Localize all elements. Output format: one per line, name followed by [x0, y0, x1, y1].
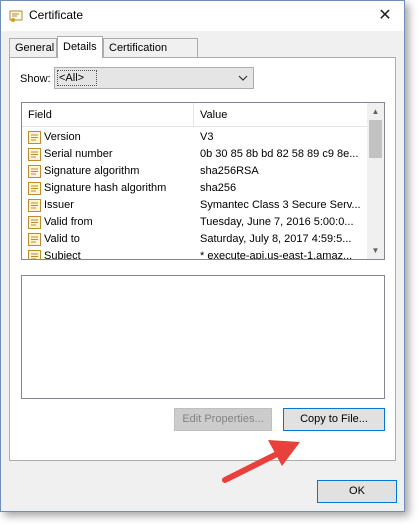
list-item[interactable]: Version V3: [22, 129, 368, 146]
certificate-field-icon: [28, 250, 41, 259]
field-name: Version: [44, 131, 81, 143]
chevron-down-icon: [238, 75, 248, 81]
show-label: Show:: [20, 73, 51, 85]
title-bar: Certificate ✕: [1, 1, 404, 31]
certificate-dialog: Certificate ✕ General Details Certificat…: [0, 0, 405, 512]
ok-button[interactable]: OK: [317, 480, 397, 503]
certificate-icon: [9, 10, 23, 22]
show-dropdown-value: <All>: [57, 70, 97, 86]
scrollbar-thumb[interactable]: [369, 120, 382, 158]
field-name: Signature hash algorithm: [44, 182, 167, 194]
close-button[interactable]: ✕: [374, 5, 396, 27]
certificate-field-icon: [28, 131, 41, 144]
field-value: 0b 30 85 8b bd 82 58 89 c9 8e...: [200, 148, 359, 160]
list-item[interactable]: Signature hash algorithm sha256: [22, 180, 368, 197]
column-divider[interactable]: [193, 103, 194, 127]
scroll-down-icon[interactable]: ▼: [367, 242, 384, 259]
value-detail-box[interactable]: [21, 275, 385, 399]
field-value: Symantec Class 3 Secure Serv...: [200, 199, 361, 211]
field-list[interactable]: Field Value Version V3 Serial number 0b …: [21, 102, 385, 260]
field-value: * execute-api.us-east-1.amaz...: [200, 250, 353, 260]
show-dropdown[interactable]: <All>: [54, 67, 254, 89]
field-value: Tuesday, June 7, 2016 5:00:0...: [200, 216, 354, 228]
certificate-field-icon: [28, 148, 41, 161]
certificate-field-icon: [28, 216, 41, 229]
field-value: sha256RSA: [200, 165, 259, 177]
field-value: V3: [200, 131, 214, 143]
tab-certification-path[interactable]: Certification Path: [103, 38, 198, 73]
list-item[interactable]: Subject * execute-api.us-east-1.amaz...: [22, 248, 368, 260]
certificate-field-icon: [28, 233, 41, 246]
scroll-up-icon[interactable]: ▲: [367, 103, 384, 120]
list-item[interactable]: Valid to Saturday, July 8, 2017 4:59:5..…: [22, 231, 368, 248]
list-item[interactable]: Signature algorithm sha256RSA: [22, 163, 368, 180]
field-name: Valid to: [44, 233, 80, 245]
list-item[interactable]: Serial number 0b 30 85 8b bd 82 58 89 c9…: [22, 146, 368, 163]
list-header: Field Value: [22, 103, 368, 127]
details-panel: Show: <All> Field Value Version V3 Seria…: [9, 57, 396, 461]
list-item[interactable]: Valid from Tuesday, June 7, 2016 5:00:0.…: [22, 214, 368, 231]
list-item[interactable]: Issuer Symantec Class 3 Secure Serv...: [22, 197, 368, 214]
certificate-field-icon: [28, 182, 41, 195]
close-icon: ✕: [378, 7, 392, 24]
field-name: Valid from: [44, 216, 93, 228]
copy-to-file-button[interactable]: Copy to File...: [283, 408, 385, 431]
list-rows: Version V3 Serial number 0b 30 85 8b bd …: [22, 129, 368, 260]
field-name: Issuer: [44, 199, 74, 211]
list-scrollbar[interactable]: ▲ ▼: [367, 103, 384, 259]
certificate-field-icon: [28, 199, 41, 212]
field-value: sha256: [200, 182, 237, 194]
field-value: Saturday, July 8, 2017 4:59:5...: [200, 233, 352, 245]
certificate-field-icon: [28, 165, 41, 178]
tab-general[interactable]: General: [9, 38, 57, 57]
tab-details[interactable]: Details: [57, 36, 103, 58]
field-name: Signature algorithm: [44, 165, 140, 177]
field-name: Subject: [44, 250, 81, 260]
field-name: Serial number: [44, 148, 113, 160]
column-header-value[interactable]: Value: [200, 109, 227, 121]
window-title: Certificate: [29, 8, 84, 22]
column-header-field[interactable]: Field: [28, 109, 52, 121]
edit-properties-button[interactable]: Edit Properties...: [174, 408, 272, 431]
